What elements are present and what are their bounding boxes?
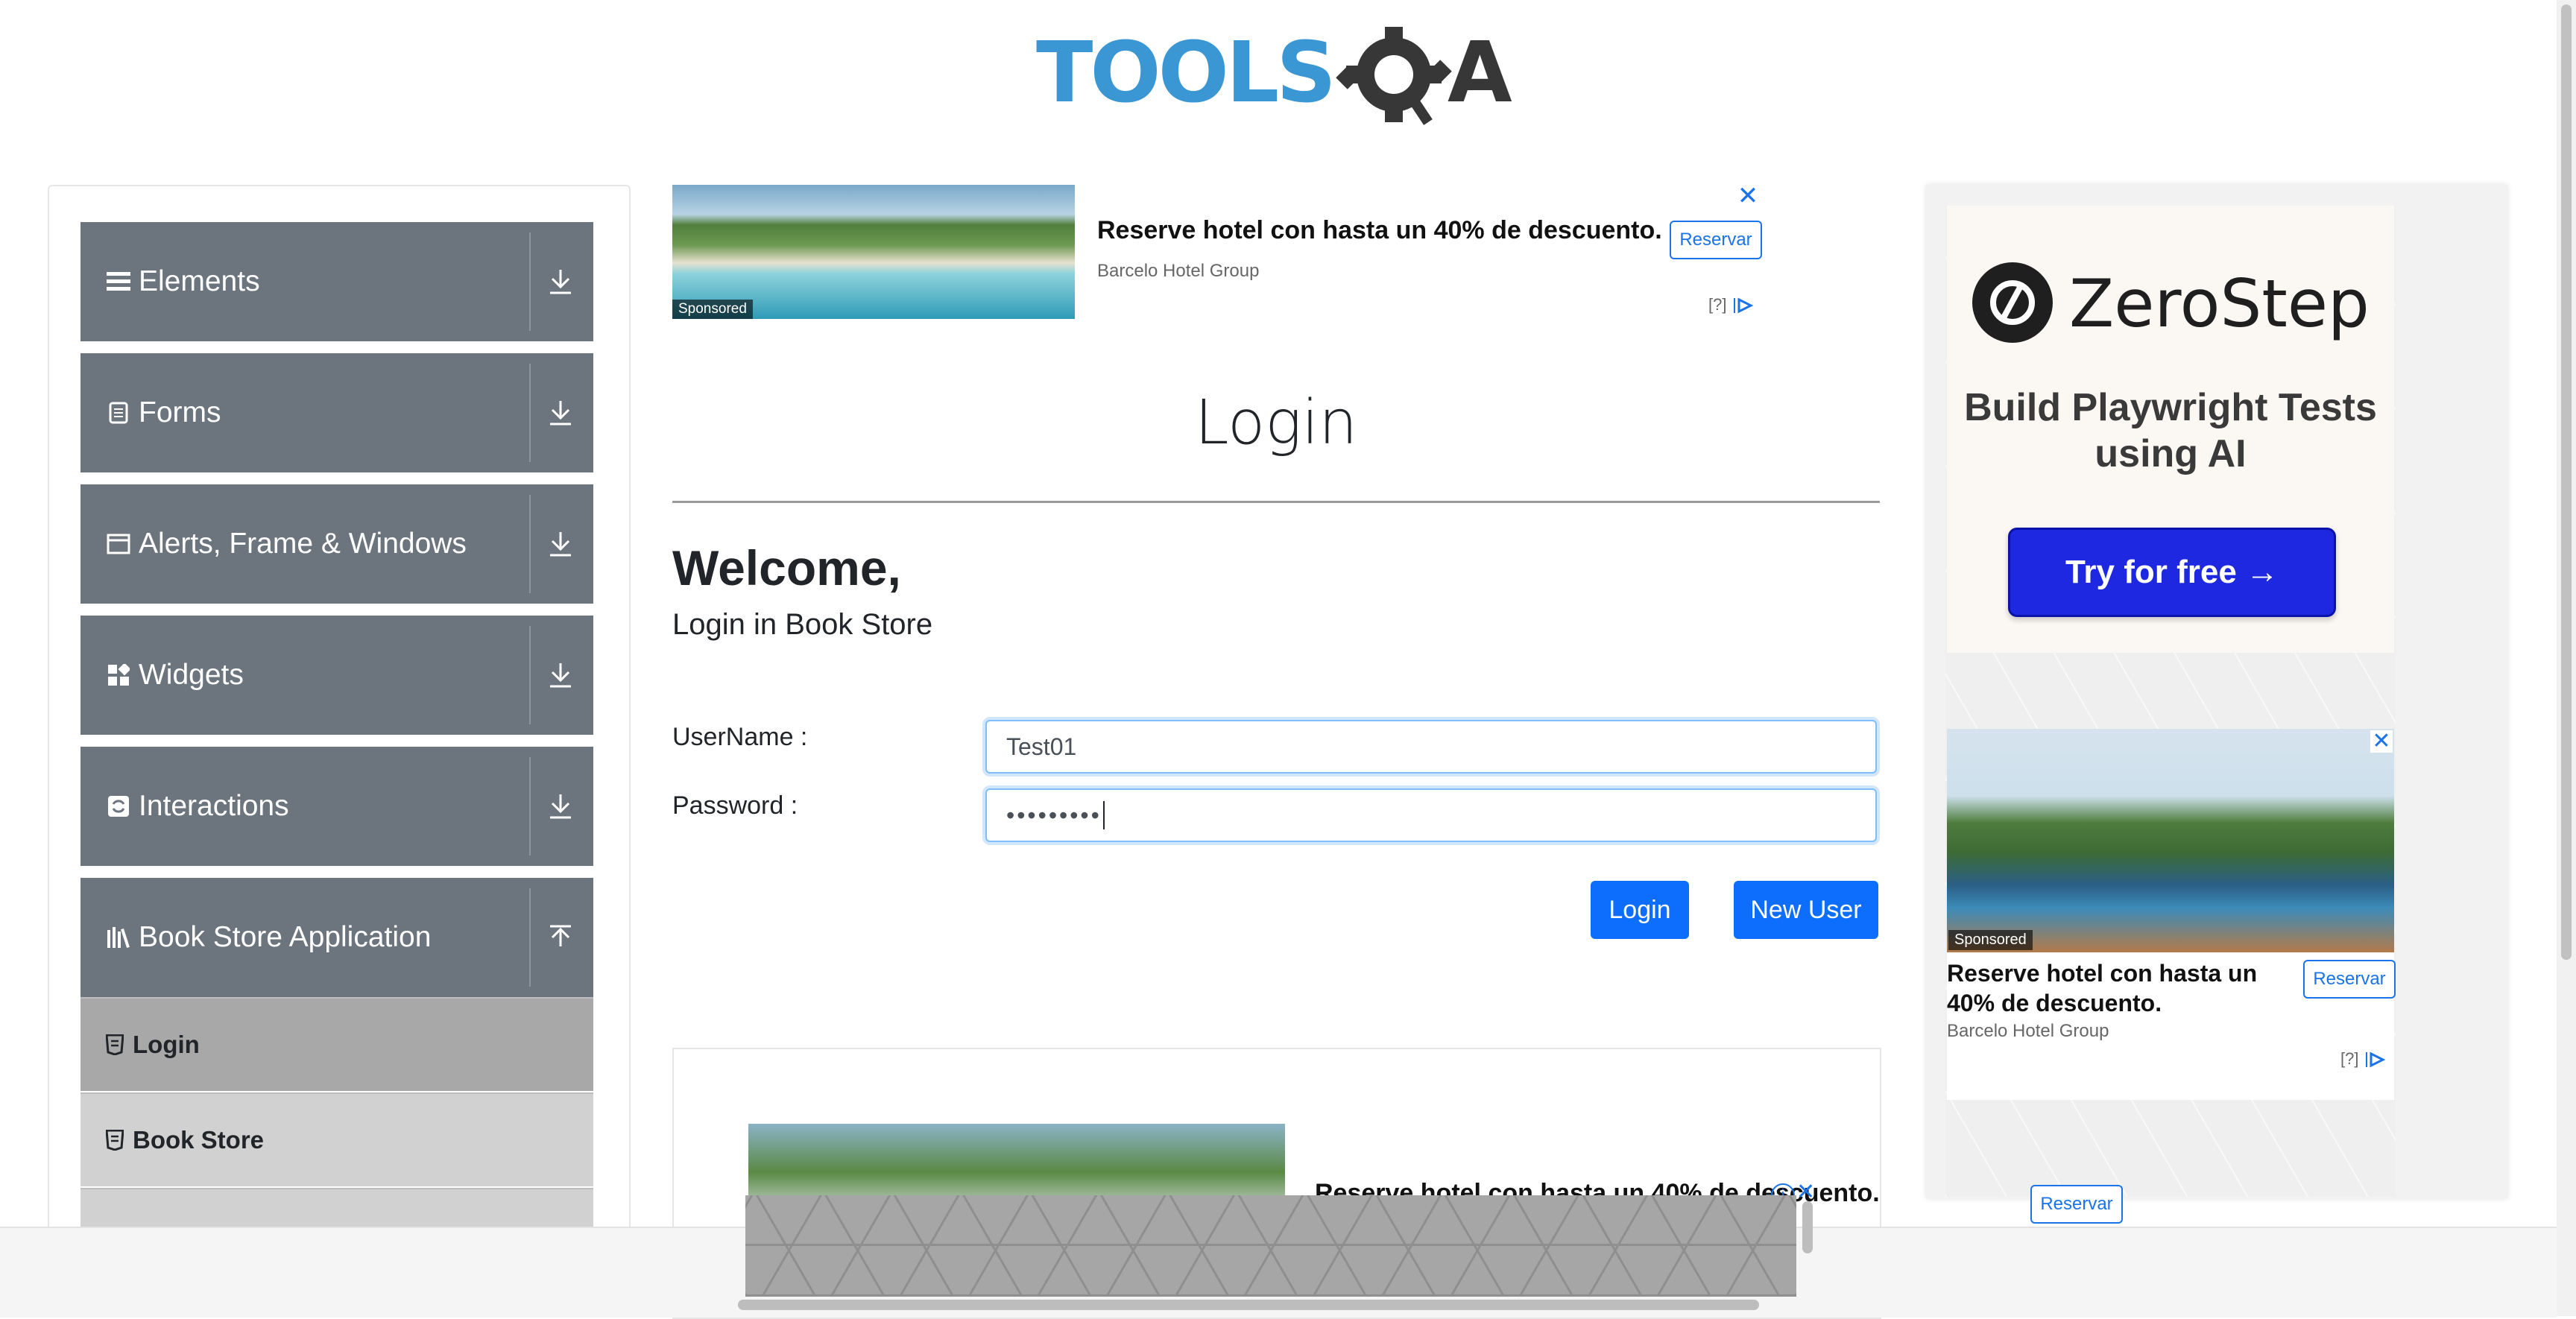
library-icon <box>106 925 131 950</box>
sidebar-item-book-store[interactable]: Book Store <box>80 1092 593 1186</box>
sidebar-group-label: Interactions <box>139 790 289 822</box>
document-icon <box>106 400 131 426</box>
hotel-beach-photo[interactable]: Sponsored <box>672 185 1075 319</box>
page-scrollbar-thumb[interactable] <box>2561 4 2572 960</box>
toolsqa-logo[interactable]: TOOLS A <box>1036 22 1521 134</box>
login-button[interactable]: Login <box>1591 881 1689 939</box>
reservar-button[interactable]: Reservar <box>1670 221 1762 259</box>
hotel-ad-title[interactable]: Reserve hotel con hasta un 40% de descue… <box>1947 958 2290 1018</box>
username-value: Test01 <box>1006 733 1077 760</box>
login-subtitle: Login in Book Store <box>672 608 933 641</box>
zerostep-logo-icon <box>1972 262 2053 343</box>
ad-choices-icon[interactable]: [?] <box>2340 1049 2386 1069</box>
sidebar-group-elements[interactable]: Elements <box>80 222 593 341</box>
sidebar-group-label: Widgets <box>139 659 244 691</box>
sponsored-tag: Sponsored <box>672 300 753 319</box>
ad-title[interactable]: Reserve hotel con hasta un 40% de descue… <box>1097 216 1662 245</box>
hotel-pool-photo[interactable] <box>1947 729 2394 952</box>
sidebar-item-label: Login <box>133 1031 200 1058</box>
download-icon[interactable] <box>537 389 584 437</box>
page-title: Login <box>1194 388 1358 458</box>
sponsored-tag: Sponsored <box>1948 930 2033 950</box>
ad-choices-label: [?] <box>1708 295 1727 314</box>
sidebar-group-widgets[interactable]: Widgets <box>80 616 593 735</box>
divider <box>529 233 531 331</box>
download-icon[interactable] <box>537 782 584 830</box>
close-icon[interactable]: ✕ <box>1735 183 1761 209</box>
title-divider <box>672 501 1880 503</box>
html5-icon <box>104 1130 125 1151</box>
sidebar-group-label: Alerts, Frame & Windows <box>139 528 467 560</box>
welcome-heading: Welcome, <box>672 540 901 595</box>
sidebar-group-label: Forms <box>139 396 221 428</box>
divider <box>529 495 531 593</box>
interactions-icon <box>106 794 131 819</box>
logo-text-a: A <box>1448 25 1512 121</box>
sidebar-group-alerts[interactable]: Alerts, Frame & Windows <box>80 484 593 604</box>
download-icon[interactable] <box>537 520 584 568</box>
logo-text-tools: TOOLS <box>1036 25 1333 121</box>
sidebar-group-forms[interactable]: Forms <box>80 353 593 472</box>
top-banner-ad[interactable]: Sponsored Reserve hotel con hasta un 40%… <box>672 183 1762 322</box>
sidebar-group-label: Book Store Application <box>139 921 432 953</box>
new-user-button[interactable]: New User <box>1734 881 1878 939</box>
sidebar-item-login[interactable]: Login <box>80 997 593 1091</box>
zerostep-tagline: Build Playwright Tests using AI <box>1964 386 2377 475</box>
ad-choices-icon[interactable]: [?] <box>1708 295 1754 314</box>
ad-choices-label: [?] <box>2340 1049 2359 1068</box>
divider <box>529 626 531 724</box>
password-input[interactable]: ••••••••• <box>985 788 1877 842</box>
username-label: UserName : <box>672 723 808 751</box>
username-input[interactable]: Test01 <box>985 720 1877 774</box>
try-for-free-button[interactable]: Try for free → <box>2008 528 2336 617</box>
divider <box>529 888 531 987</box>
reservar-button[interactable]: Reservar <box>2030 1185 2123 1224</box>
divider <box>529 757 531 855</box>
sidebar-group-interactions[interactable]: Interactions <box>80 747 593 866</box>
hotel-ad-advertiser: Barcelo Hotel Group <box>1947 1021 2109 1041</box>
close-icon[interactable]: ✕ <box>2370 730 2393 753</box>
sidebar-item-label: Book Store <box>133 1126 265 1154</box>
download-icon[interactable] <box>537 651 584 699</box>
sidebar-group-book-store-application[interactable]: Book Store Application <box>80 878 593 997</box>
download-icon[interactable] <box>537 258 584 306</box>
upload-icon[interactable] <box>537 914 584 961</box>
sidebar-group-label: Elements <box>139 265 260 297</box>
hexagon-pattern-ad[interactable] <box>745 1195 1796 1297</box>
reservar-button[interactable]: Reservar <box>2303 960 2396 999</box>
window-icon <box>106 531 131 557</box>
hamburger-icon <box>106 269 131 294</box>
ad-advertiser: Barcelo Hotel Group <box>1097 261 1260 281</box>
widgets-icon <box>106 662 131 688</box>
text-caret <box>1102 801 1105 829</box>
vertical-scrollbar[interactable] <box>1802 1201 1813 1253</box>
gear-icon <box>1336 27 1452 125</box>
password-value: ••••••••• <box>1006 801 1102 829</box>
horizontal-scrollbar[interactable] <box>738 1300 1759 1310</box>
sidebar: Elements Forms Alerts, Frame & Windows W… <box>48 185 631 1249</box>
html5-icon <box>104 1034 125 1055</box>
zerostep-brand: ZeroStep <box>2069 265 2370 342</box>
divider <box>529 364 531 462</box>
password-label: Password : <box>672 791 798 820</box>
